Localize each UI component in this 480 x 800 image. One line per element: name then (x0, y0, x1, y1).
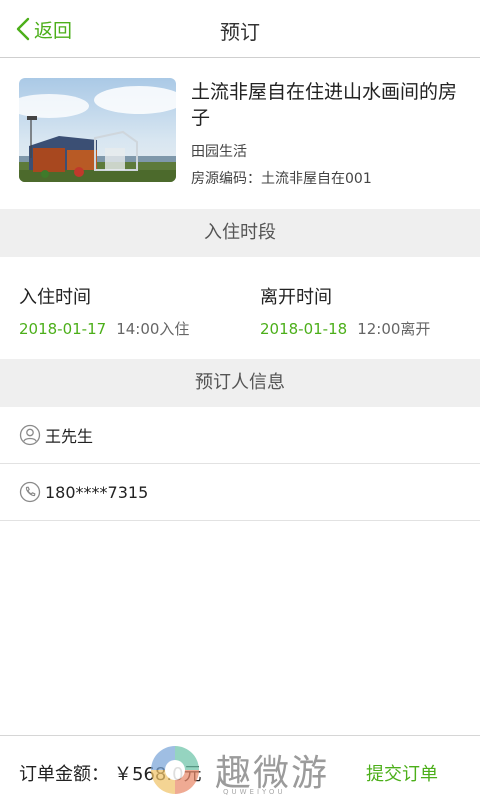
order-total-label: 订单金额： (19, 764, 109, 785)
submit-order-button[interactable]: 提交订单 (366, 760, 438, 786)
listing-card[interactable]: 土流非屋自在住进山水画间的房子 田园生活 房源编码：土流非屋自在001 (0, 58, 480, 208)
checkin-time: 14:00入住 (116, 320, 190, 338)
top-navigation-bar: 返回 预订 (0, 0, 480, 58)
guest-phone: 180****7315 (45, 482, 149, 502)
checkout-time: 12:00离开 (357, 320, 431, 338)
order-footer: 订单金额： ￥568.0元 提交订单 (0, 735, 480, 800)
guest-name-row[interactable]: 王先生 (0, 407, 480, 464)
checkout-label: 离开时间 (260, 287, 332, 308)
checkin-date: 2018-01-17 (19, 320, 107, 338)
guest-section-header: 预订人信息 (0, 359, 480, 407)
user-icon (19, 424, 41, 446)
phone-icon (19, 481, 41, 503)
stay-period: 入住时间 2018-01-17 14:00入住 离开时间 2018-01-18 12… (0, 258, 480, 358)
checkout-block[interactable]: 离开时间 2018-01-18 12:00离开 (260, 283, 430, 339)
checkin-block[interactable]: 入住时间 2018-01-17 14:00入住 (19, 283, 189, 339)
guest-name: 王先生 (45, 427, 94, 446)
stay-section-header: 入住时段 (0, 209, 480, 257)
checkout-date: 2018-01-18 (260, 320, 348, 338)
checkin-label: 入住时间 (19, 287, 91, 308)
listing-category: 田园生活 (191, 144, 247, 160)
order-total-value: ￥568.0元 (114, 764, 202, 785)
page-title: 预订 (220, 20, 260, 44)
listing-thumbnail (19, 78, 176, 182)
guest-phone-row[interactable]: 180****7315 (0, 464, 480, 521)
listing-name: 土流非屋自在住进山水画间的房子 (191, 81, 458, 129)
listing-code: 房源编码：土流非屋自在001 (191, 171, 372, 187)
